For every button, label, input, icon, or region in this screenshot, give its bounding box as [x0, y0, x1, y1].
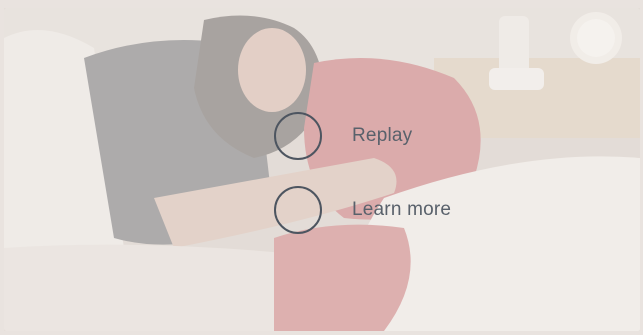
- end-screen-menu: Replay Learn more: [0, 0, 643, 335]
- learn-more-label: Learn more: [352, 199, 452, 220]
- learn-more-button[interactable]: Learn more: [274, 186, 451, 234]
- learn-more-circle-icon: [274, 186, 322, 234]
- replay-circle-icon: [274, 112, 322, 160]
- replay-label: Replay: [352, 125, 413, 146]
- video-player: Replay Learn more: [0, 0, 643, 335]
- replay-button[interactable]: Replay: [274, 112, 412, 160]
